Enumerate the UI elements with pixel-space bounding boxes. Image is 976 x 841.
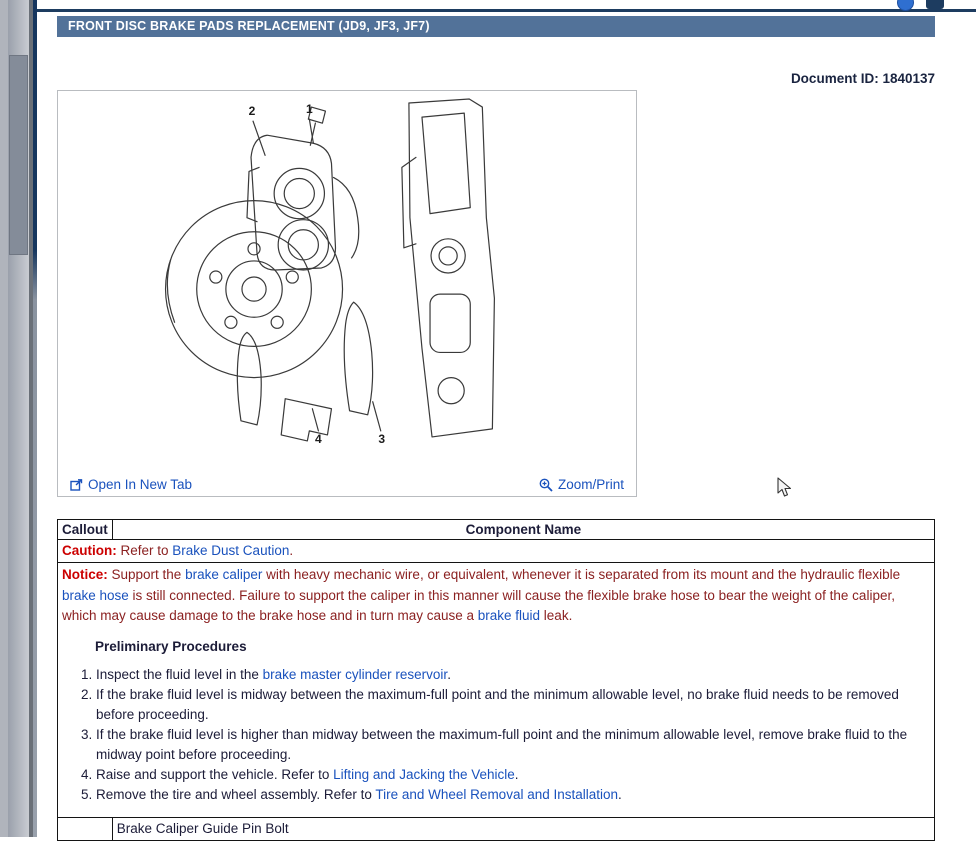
section-title-bar: FRONT DISC BRAKE PADS REPLACEMENT (JD9, … <box>57 16 935 37</box>
mouse-cursor <box>777 477 793 499</box>
caution-text-block: Caution: Refer to Brake Dust Caution. <box>58 540 935 563</box>
brake-dust-caution-link[interactable]: Brake Dust Caution <box>172 543 289 558</box>
caution-text: Refer to <box>117 543 173 558</box>
notice-text-4: leak. <box>540 608 572 623</box>
step-text-end: . <box>515 767 519 782</box>
component-row: Brake Caliper Guide Pin Bolt <box>58 818 935 841</box>
list-item: If the brake fluid level is midway betwe… <box>96 685 930 725</box>
section-title: FRONT DISC BRAKE PADS REPLACEMENT (JD9, … <box>68 19 430 33</box>
caution-text-end: . <box>289 543 293 558</box>
document-id: Document ID: 1840137 <box>791 71 935 86</box>
list-item: Remove the tire and wheel assembly. Refe… <box>96 785 930 805</box>
header-divider-line <box>37 9 976 12</box>
notice-and-procedures-row: Notice: Support the brake caliper with h… <box>58 563 935 818</box>
brake-caliper-link[interactable]: brake caliper <box>185 567 262 582</box>
notice-text-1: Support the <box>108 567 185 582</box>
callout-label: 3 <box>378 432 385 446</box>
step-text-end: . <box>618 787 622 802</box>
callout-label: 2 <box>249 104 256 118</box>
step-text: If the brake fluid level is midway betwe… <box>96 687 899 722</box>
figure-panel: 2 1 4 3 Open In New Tab Zoom/Print <box>57 90 637 497</box>
open-in-new-tab-link[interactable]: Open In New Tab <box>70 477 192 492</box>
caution-row: Caution: Refer to Brake Dust Caution. <box>58 540 935 563</box>
callout-column-header: Callout <box>58 520 113 540</box>
table-header-row: Callout Component Name <box>58 520 935 540</box>
component-row-callout <box>58 818 113 841</box>
left-scrollbar-thumb[interactable] <box>9 55 28 255</box>
brake-assembly-diagram: 2 1 4 3 <box>162 97 510 451</box>
window-left-edge <box>0 0 8 837</box>
notice-label: Notice: <box>62 567 108 582</box>
brake-master-cylinder-reservoir-link[interactable]: brake master cylinder reservoir <box>263 667 448 682</box>
notice-text-2: with heavy mechanic wire, or equivalent,… <box>262 567 900 582</box>
notice-and-procedures-block: Notice: Support the brake caliper with h… <box>58 563 935 818</box>
tire-and-wheel-removal-link[interactable]: Tire and Wheel Removal and Installation <box>375 787 618 802</box>
notice-paragraph: Notice: Support the brake caliper with h… <box>62 565 930 627</box>
callout-label: 4 <box>315 432 322 446</box>
zoom-print-link[interactable]: Zoom/Print <box>539 477 624 492</box>
callout-label: 1 <box>306 102 313 116</box>
open-in-new-tab-label: Open In New Tab <box>88 477 192 492</box>
component-table: Callout Component Name Caution: Refer to… <box>57 519 935 841</box>
caution-label: Caution: <box>62 543 117 558</box>
component-column-header: Component Name <box>112 520 934 540</box>
preliminary-procedures-title: Preliminary Procedures <box>95 637 930 658</box>
brake-hose-link[interactable]: brake hose <box>62 588 129 603</box>
list-item: If the brake fluid level is higher than … <box>96 725 930 765</box>
open-in-new-tab-icon <box>70 479 83 491</box>
content-left-border <box>33 0 37 837</box>
brake-fluid-link[interactable]: brake fluid <box>478 608 540 623</box>
step-text: Inspect the fluid level in the <box>96 667 263 682</box>
magnifier-plus-icon <box>539 478 553 492</box>
preliminary-steps-list: Inspect the fluid level in the brake mas… <box>62 665 930 805</box>
list-item: Inspect the fluid level in the brake mas… <box>96 665 930 685</box>
lifting-and-jacking-link[interactable]: Lifting and Jacking the Vehicle <box>333 767 515 782</box>
step-text: Raise and support the vehicle. Refer to <box>96 767 333 782</box>
figure-link-row: Open In New Tab Zoom/Print <box>58 477 636 492</box>
step-text-end: . <box>447 667 451 682</box>
list-item: Raise and support the vehicle. Refer to … <box>96 765 930 785</box>
step-text: Remove the tire and wheel assembly. Refe… <box>96 787 375 802</box>
toolbar-icon[interactable] <box>926 0 944 9</box>
zoom-print-label: Zoom/Print <box>558 477 624 492</box>
component-row-name: Brake Caliper Guide Pin Bolt <box>112 818 934 841</box>
step-text: If the brake fluid level is higher than … <box>96 727 907 762</box>
